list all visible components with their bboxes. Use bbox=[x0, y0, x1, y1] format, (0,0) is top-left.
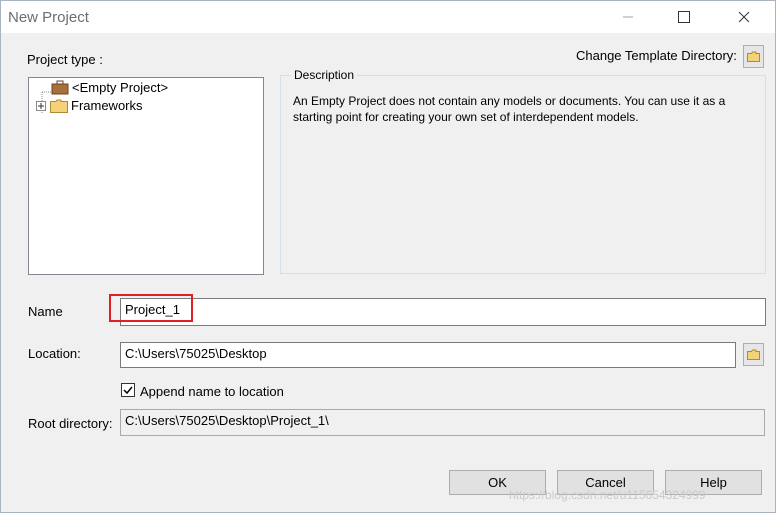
change-template-button[interactable] bbox=[743, 45, 764, 68]
change-template-label: Change Template Directory: bbox=[576, 48, 737, 63]
maximize-icon bbox=[678, 11, 690, 23]
location-input-value: C:\Users\75025\Desktop bbox=[125, 346, 267, 361]
project-type-label: Project type : bbox=[27, 52, 103, 67]
root-directory-label: Root directory: bbox=[28, 416, 113, 431]
briefcase-icon bbox=[51, 80, 69, 95]
browse-location-button[interactable] bbox=[743, 343, 764, 366]
maximize-button[interactable] bbox=[661, 1, 707, 33]
append-name-checkbox[interactable] bbox=[121, 383, 135, 397]
window-title: New Project bbox=[8, 9, 89, 26]
title-bar: New Project bbox=[1, 1, 775, 33]
folder-icon bbox=[747, 51, 760, 62]
expand-plus-icon bbox=[36, 100, 46, 111]
append-name-label: Append name to location bbox=[140, 384, 284, 399]
new-project-dialog: New Project Project type : Change Templa… bbox=[0, 0, 776, 513]
folder-icon bbox=[747, 349, 760, 360]
close-icon bbox=[738, 11, 750, 23]
tree-item-label: Frameworks bbox=[71, 98, 143, 113]
folder-icon bbox=[50, 99, 68, 113]
description-text: An Empty Project does not contain any mo… bbox=[293, 94, 726, 124]
location-input[interactable]: C:\Users\75025\Desktop bbox=[120, 342, 736, 368]
root-directory-value: C:\Users\75025\Desktop\Project_1\ bbox=[125, 413, 329, 428]
name-input[interactable]: Project_1 bbox=[120, 298, 766, 326]
tree-item-label: <Empty Project> bbox=[72, 80, 169, 95]
tree-item-empty-project[interactable]: <Empty Project> bbox=[51, 80, 168, 95]
minimize-button[interactable] bbox=[605, 1, 651, 33]
name-highlight-box bbox=[109, 294, 193, 322]
name-label: Name bbox=[28, 304, 63, 319]
description-legend: Description bbox=[291, 68, 358, 82]
watermark-text: https://blog.csdn.net/u115654324999 bbox=[509, 488, 706, 502]
root-directory-field: C:\Users\75025\Desktop\Project_1\ bbox=[120, 409, 765, 436]
checkmark-icon bbox=[123, 386, 133, 395]
project-type-tree[interactable]: <Empty Project> Frameworks bbox=[28, 77, 264, 275]
tree-item-frameworks[interactable]: Frameworks bbox=[36, 98, 143, 113]
location-label: Location: bbox=[28, 346, 81, 361]
close-button[interactable] bbox=[721, 1, 767, 33]
minimize-icon bbox=[623, 16, 633, 18]
